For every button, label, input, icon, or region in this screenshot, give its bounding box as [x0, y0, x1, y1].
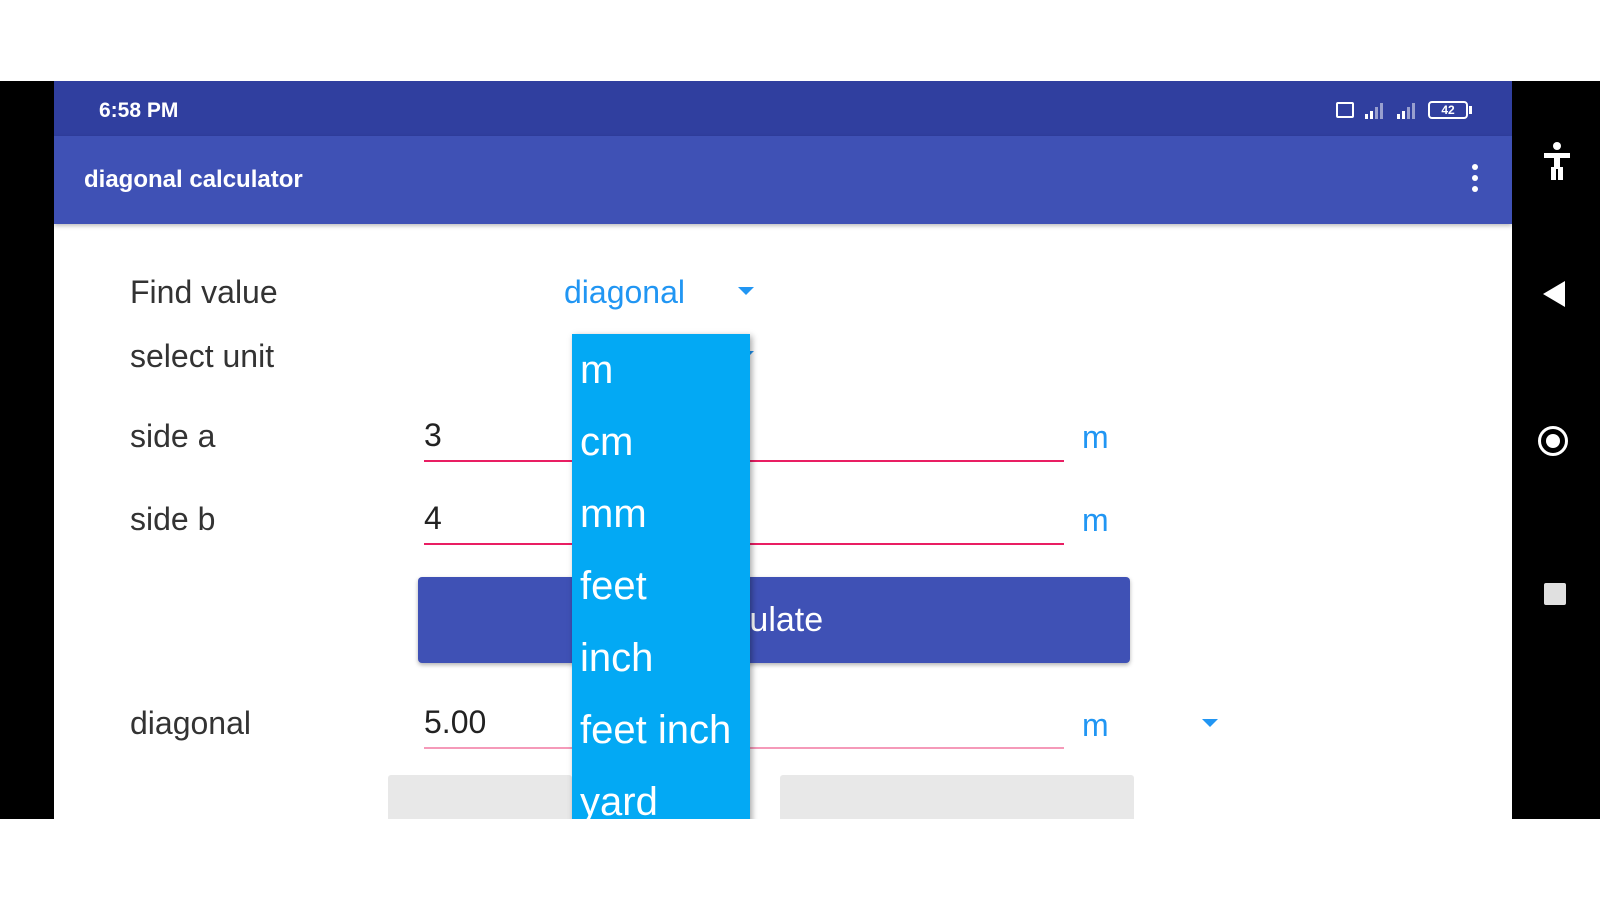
side-b-label: side b: [130, 501, 216, 537]
app-title: diagonal calculator: [84, 166, 303, 193]
back-icon[interactable]: [1543, 281, 1565, 307]
select-unit-label: select unit: [130, 338, 275, 374]
accessibility-icon[interactable]: [1542, 141, 1572, 181]
home-icon[interactable]: [1538, 426, 1568, 456]
find-value-label: Find value: [130, 274, 278, 310]
unit-option-yard[interactable]: yard: [572, 766, 750, 819]
unit-option-inch[interactable]: inch: [572, 622, 750, 694]
side-b-input[interactable]: 4: [424, 500, 442, 537]
unit-option-cm[interactable]: cm: [572, 406, 750, 478]
side-a-label: side a: [130, 418, 216, 454]
unit-option-m[interactable]: m: [572, 334, 750, 406]
side-a-unit: m: [1082, 419, 1109, 455]
result-unit: m: [1082, 707, 1109, 743]
result-unit-dropdown-icon[interactable]: [1202, 719, 1218, 727]
unit-dropdown-menu: m cm mm feet inch feet inch yard: [572, 334, 750, 819]
phone-frame: 6:58 PM 42 diagonal calculator Find valu…: [0, 81, 1600, 819]
status-time: 6:58 PM: [99, 99, 179, 122]
calculate-button[interactable]: lculate: [418, 577, 1130, 663]
secondary-button-right[interactable]: [780, 775, 1134, 819]
result-label: diagonal: [130, 705, 251, 741]
find-value-spinner[interactable]: diagonal: [564, 274, 685, 311]
battery-icon: 42: [1428, 101, 1472, 119]
recents-icon[interactable]: [1544, 583, 1566, 605]
app-bar: diagonal calculator: [54, 136, 1512, 224]
result-output: 5.00: [424, 704, 487, 740]
unit-option-mm[interactable]: mm: [572, 478, 750, 550]
app-screen: 6:58 PM 42 diagonal calculator Find valu…: [54, 81, 1512, 819]
sim-card-icon: [1336, 102, 1354, 118]
side-b-unit: m: [1082, 502, 1109, 538]
secondary-button-left[interactable]: [388, 775, 572, 819]
status-icons: 42: [1336, 101, 1472, 119]
signal-strength-icon: [1364, 101, 1386, 119]
unit-option-feet[interactable]: feet: [572, 550, 750, 622]
unit-option-feet-inch[interactable]: feet inch: [572, 694, 750, 766]
find-value-dropdown-icon[interactable]: [738, 287, 754, 295]
status-bar: 6:58 PM 42: [54, 81, 1512, 136]
side-a-input[interactable]: 3: [424, 417, 442, 454]
more-options-icon[interactable]: [1470, 164, 1480, 198]
signal-strength-2-icon: [1396, 101, 1418, 119]
battery-level: 42: [1428, 101, 1468, 119]
